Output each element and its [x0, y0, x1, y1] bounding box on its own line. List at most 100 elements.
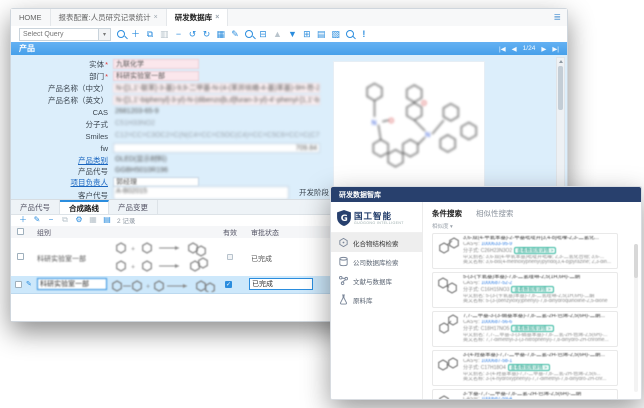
- close-icon[interactable]: ×: [215, 14, 219, 21]
- add-row-icon[interactable]: ＋: [19, 215, 27, 225]
- result-card[interactable]: 3-(4-羟基苯基)-7,7-二甲基-7,8-二氢-2H-色烯-2,5(6H)-…: [432, 350, 618, 386]
- sidebar-item-structure-search[interactable]: 化合物结构检索: [331, 233, 422, 252]
- book-icon[interactable]: ▧: [331, 29, 340, 39]
- result-en-name: 英文名称: 3,6-bis(4-methoxyphenyl)pyrido[3,4…: [463, 260, 614, 266]
- prev-record-icon[interactable]: ◀: [512, 45, 517, 53]
- dialog-titlebar[interactable]: 研发数据智库: [331, 187, 641, 202]
- tab-bar: HOME 报表配置:人员研究记录统计 × 研发数据库 × ≣: [11, 9, 567, 27]
- grid-icon[interactable]: ▦: [89, 215, 97, 225]
- first-record-icon[interactable]: |◀: [499, 45, 506, 53]
- result-card[interactable]: 5-(3-(苄氧基)苯基)-7,8-二氢喹啉-2,5(1H,6H)-二酮 CAS…: [432, 272, 618, 308]
- select-all-checkbox[interactable]: [17, 228, 24, 235]
- sidebar-item-label: 化合物结构检索: [353, 238, 399, 248]
- entity-label: 实体*: [11, 59, 108, 70]
- svg-text:+: +: [131, 264, 135, 271]
- brand-subtitle: GUOGONG INTELLIGENT: [354, 221, 404, 225]
- group-input[interactable]: [37, 278, 107, 290]
- grid-view-icon[interactable]: ▦: [217, 29, 226, 39]
- sort-selector[interactable]: 相似度 ▾: [432, 222, 631, 230]
- new-window-icon[interactable]: ⊞: [303, 29, 311, 39]
- cas-link[interactable]: 1000633-95-9: [481, 242, 512, 247]
- molecule-icon: [338, 237, 349, 248]
- tab-synthesis-route[interactable]: 合成路线: [60, 200, 109, 214]
- remove-icon[interactable]: −: [175, 29, 183, 39]
- status-input[interactable]: [249, 278, 313, 290]
- smiles-label: Smiles: [11, 132, 108, 141]
- save-icon[interactable]: ▥: [160, 29, 169, 39]
- fw-field[interactable]: 709.84: [113, 143, 320, 153]
- dept-field[interactable]: 科研实验室一部: [113, 71, 199, 81]
- tab-report-config[interactable]: 报表配置:人员研究记录统计 ×: [51, 9, 167, 26]
- undo-icon[interactable]: ↺: [189, 29, 197, 39]
- search-icon[interactable]: [117, 29, 125, 39]
- last-record-icon[interactable]: ▶|: [552, 45, 559, 53]
- sidebar-item-raw-materials[interactable]: 原料库: [331, 290, 422, 309]
- molecule-structure-image: N O O N: [333, 61, 485, 189]
- report-icon[interactable]: ▤: [103, 215, 111, 225]
- edit-icon[interactable]: ✎: [231, 29, 239, 39]
- structure-thumbnail: [436, 314, 460, 336]
- db-detail-badge[interactable]: 查看数据库详情 >: [511, 325, 553, 332]
- customer-textarea[interactable]: A-B02015: [113, 186, 289, 199]
- edit-pencil-icon[interactable]: ✎: [26, 280, 32, 288]
- row-checkbox[interactable]: [17, 253, 24, 260]
- cas-link[interactable]: 1000687-56-6: [481, 320, 512, 325]
- add-icon[interactable]: ＋: [131, 29, 140, 39]
- db-detail-badge[interactable]: 查看数据库详情 >: [511, 286, 553, 293]
- move-up-icon[interactable]: ▲: [273, 29, 282, 39]
- chevron-down-icon[interactable]: ▾: [98, 29, 110, 40]
- result-card[interactable]: 7,7-二甲基-3-(3-硝基苯基)-7,8-二氢-2H-色烯-2,5(6H)-…: [432, 311, 618, 347]
- refresh-icon[interactable]: ↻: [203, 29, 211, 39]
- tab-condition-search[interactable]: 条件搜索: [432, 208, 462, 219]
- scrollbar-thumb[interactable]: [634, 244, 638, 278]
- scrollbar-thumb[interactable]: [558, 66, 563, 110]
- rd-data-search-dialog: 研发数据智库 G 国工智能 GUOGONG INTELLIGENT: [330, 186, 642, 400]
- manager-label-link[interactable]: 项目负责人: [11, 177, 108, 188]
- tab-home[interactable]: HOME: [11, 9, 51, 26]
- edit-row-icon[interactable]: ✎: [33, 215, 41, 225]
- tab-similarity-search[interactable]: 相似性搜索: [476, 208, 514, 219]
- cas-label: CAS号:: [463, 281, 480, 286]
- row-checkbox[interactable]: [15, 281, 22, 288]
- print-icon[interactable]: ⊟: [259, 29, 267, 39]
- sidebar-item-literature[interactable]: 文献与数据库: [331, 271, 422, 290]
- entity-field[interactable]: 九联化学: [113, 59, 199, 69]
- alert-icon[interactable]: !: [360, 29, 368, 39]
- copy-row-icon[interactable]: ⧉: [61, 215, 69, 225]
- close-icon[interactable]: ×: [154, 14, 158, 21]
- required-mark: *: [105, 72, 108, 81]
- next-record-icon[interactable]: ▶: [541, 45, 546, 53]
- move-down-icon[interactable]: ▼: [288, 29, 297, 39]
- results-scrollbar[interactable]: [634, 244, 638, 392]
- network-icon: [338, 275, 349, 286]
- copy-icon[interactable]: ⧉: [146, 29, 154, 39]
- cas-label: CAS号:: [463, 359, 480, 364]
- cas-link[interactable]: 1000687-52-2: [481, 281, 512, 286]
- chart-icon[interactable]: ▤: [317, 29, 326, 39]
- structure-thumbnail: [436, 353, 460, 375]
- valid-checkbox-checked[interactable]: ✓: [225, 281, 232, 288]
- zoom-icon[interactable]: [245, 29, 253, 39]
- gear-icon[interactable]: ⚙: [75, 215, 83, 225]
- col-status: 审批状态: [251, 228, 279, 238]
- category-label-link[interactable]: 产品类别: [11, 155, 108, 166]
- tab-product-change[interactable]: 产品变更: [109, 200, 158, 214]
- advanced-search-icon[interactable]: [346, 29, 354, 39]
- tab-rd-database[interactable]: 研发数据库 ×: [167, 9, 229, 26]
- result-card[interactable]: 3,6-双(4-甲氧苯基)-2-甲基吡啶并[3,4-b]吡嗪-2,3-二氢化..…: [432, 233, 618, 269]
- cas-link[interactable]: 1000687-59-4: [481, 397, 512, 399]
- db-detail-badge[interactable]: 查看数据库详情 >: [508, 364, 550, 371]
- remove-row-icon[interactable]: −: [47, 215, 55, 225]
- menu-icon[interactable]: ≣: [553, 12, 561, 23]
- form-scrollbar[interactable]: [556, 57, 565, 197]
- name-cn-field[interactable]: N-([1,1'-联苯]-3-基)-9,9-二甲基-N-(4-(苯并呋喃-4-基…: [113, 83, 320, 93]
- db-detail-badge[interactable]: 查看数据库详情 >: [514, 247, 556, 254]
- tab-product-code[interactable]: 产品代号: [11, 200, 60, 214]
- name-en-field[interactable]: N-([1,1'-biphenyl]-3-yl)-N-(dibenzo[b,d]…: [113, 95, 320, 105]
- sidebar-item-company-db[interactable]: 公司数据库检索: [331, 252, 422, 271]
- cas-link[interactable]: 1000687-58-1: [481, 359, 512, 364]
- query-input[interactable]: [20, 30, 98, 39]
- scroll-up-icon[interactable]: [559, 60, 563, 63]
- valid-checkbox[interactable]: [227, 254, 233, 260]
- result-card[interactable]: 3-苄基-7,7-二甲基-7,8-二氢-2H-色烯-2,5(6H)-二酮 CAS…: [432, 389, 618, 399]
